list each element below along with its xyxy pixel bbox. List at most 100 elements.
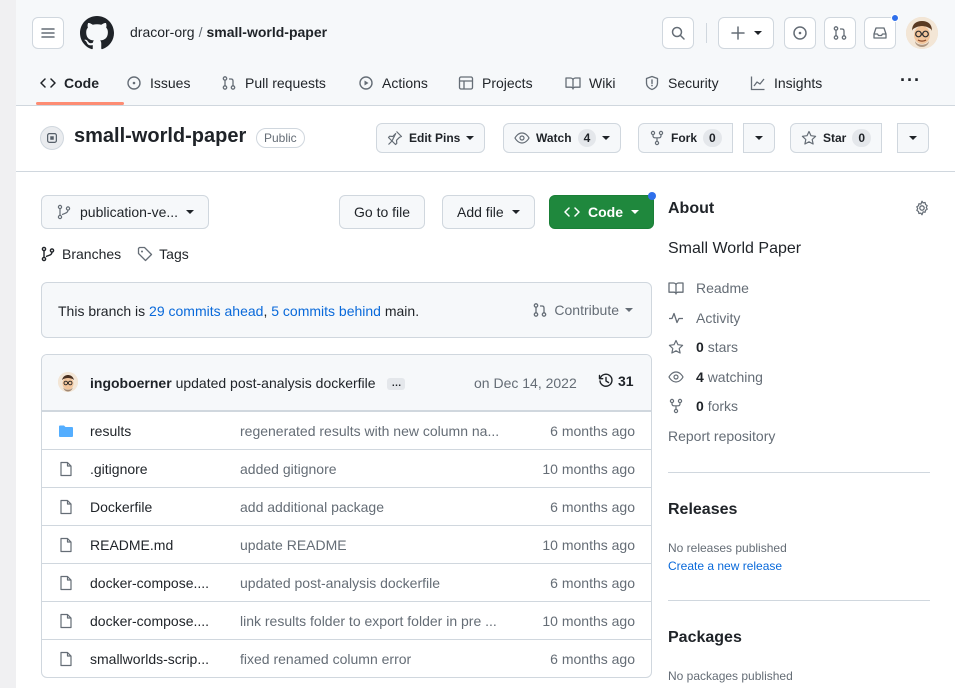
tags-link[interactable]: Tags [137, 246, 189, 262]
file-commit-age: 10 months ago [542, 537, 635, 553]
file-commit-age: 6 months ago [550, 651, 635, 667]
file-row[interactable]: Dockerfile add additional package 6 mont… [42, 487, 651, 525]
file-row[interactable]: docker-compose.... updated post-analysis… [42, 563, 651, 601]
repo-name[interactable]: small-world-paper [74, 125, 246, 148]
commits-ahead-link[interactable]: 29 commits ahead [149, 303, 263, 319]
report-label: Report repository [668, 428, 776, 444]
file-commit-message[interactable]: regenerated results with new column na..… [240, 423, 499, 439]
file-commit-message[interactable]: updated post-analysis dockerfile [240, 575, 440, 591]
file-row[interactable]: smallworlds-scrip... fixed renamed colum… [42, 639, 651, 677]
expand-commit-message-button[interactable]: … [387, 378, 406, 391]
file-row[interactable]: README.md update README 10 months ago [42, 525, 651, 563]
fork-count: 0 [703, 129, 722, 147]
gear-icon[interactable] [914, 200, 930, 216]
branch-icon [57, 204, 71, 220]
star-button[interactable]: Star 0 [790, 123, 883, 153]
branches-label: Branches [62, 246, 122, 262]
watching-link[interactable]: 4 watching [668, 369, 763, 385]
tab-security[interactable]: Security [644, 72, 719, 94]
hamburger-menu-button[interactable] [32, 17, 64, 49]
branch-info-prefix: This branch is [58, 303, 150, 319]
search-button[interactable] [662, 17, 694, 49]
fork-label: Fork [671, 131, 698, 145]
file-commit-age: 6 months ago [550, 575, 635, 591]
commit-author[interactable]: ingoboerner [90, 375, 172, 391]
tag-icon [138, 246, 153, 262]
tab-wiki[interactable]: Wiki [565, 72, 615, 94]
tab-issues[interactable]: Issues [126, 72, 190, 94]
fork-dropdown-button[interactable] [743, 123, 775, 153]
dracor-logo-icon [47, 133, 57, 143]
more-tabs-button[interactable]: ··· [900, 70, 921, 91]
file-commit-message[interactable]: add additional package [240, 499, 384, 515]
no-packages-text: No packages published [668, 669, 793, 683]
packages-heading[interactable]: Packages [668, 629, 742, 647]
breadcrumb-owner[interactable]: dracor-org [130, 24, 195, 40]
pull-request-icon [534, 303, 547, 317]
commits-behind-link[interactable]: 5 commits behind [271, 303, 381, 319]
file-row[interactable]: results regenerated results with new col… [42, 411, 651, 449]
commit-history-link[interactable]: 31 [598, 373, 634, 389]
file-name[interactable]: .gitignore [90, 461, 148, 477]
tab-label: Wiki [589, 75, 616, 91]
branches-link[interactable]: Branches [40, 246, 121, 262]
tab-projects[interactable]: Projects [458, 72, 533, 94]
issues-button[interactable] [784, 17, 816, 49]
tab-insights[interactable]: Insights [750, 72, 822, 94]
commit-author-avatar[interactable] [58, 372, 78, 392]
issue-icon [127, 76, 141, 90]
file-browser: ingoboerner updated post-analysis docker… [41, 354, 652, 678]
edit-pins-button[interactable]: Edit Pins [376, 123, 486, 153]
file-icon [60, 461, 72, 477]
file-name[interactable]: results [90, 423, 131, 439]
code-dropdown-button[interactable]: Code [549, 195, 654, 229]
file-row[interactable]: docker-compose.... link results folder t… [42, 601, 651, 639]
branch-info-suffix: main. [380, 303, 420, 319]
file-name[interactable]: docker-compose.... [90, 575, 209, 591]
activity-link[interactable]: Activity [668, 310, 740, 326]
pull-requests-button[interactable] [824, 17, 856, 49]
go-to-file-button[interactable]: Go to file [339, 195, 426, 229]
file-name[interactable]: Dockerfile [90, 499, 152, 515]
github-logo-icon[interactable] [80, 16, 114, 50]
tab-pull-requests[interactable]: Pull requests [221, 72, 326, 94]
user-avatar[interactable] [906, 17, 938, 49]
notification-indicator [891, 14, 899, 22]
file-commit-message[interactable]: fixed renamed column error [240, 651, 411, 667]
inbox-button[interactable] [864, 17, 896, 49]
chevron-down-icon [754, 31, 762, 35]
star-dropdown-button[interactable] [897, 123, 929, 153]
file-name[interactable]: smallworlds-scrip... [90, 651, 209, 667]
breadcrumb-repo[interactable]: small-world-paper [206, 24, 327, 40]
file-commit-message[interactable]: link results folder to export folder in … [240, 613, 497, 629]
book-icon [668, 282, 684, 295]
create-release-link[interactable]: Create a new release [668, 559, 782, 573]
readme-link[interactable]: Readme [668, 280, 749, 296]
file-name[interactable]: docker-compose.... [90, 613, 209, 629]
avatar-image [58, 372, 78, 392]
file-commit-message[interactable]: update README [240, 537, 347, 553]
commit-message[interactable]: updated post-analysis dockerfile [176, 375, 376, 391]
file-commit-age: 10 months ago [542, 461, 635, 477]
report-repository-link[interactable]: Report repository [668, 428, 775, 444]
create-new-button[interactable] [718, 17, 774, 49]
stars-label: stars [707, 339, 739, 355]
tab-actions[interactable]: Actions [358, 72, 428, 94]
fork-button[interactable]: Fork 0 [638, 123, 733, 153]
file-commit-message[interactable]: added gitignore [240, 461, 337, 477]
watching-label: watching [707, 369, 763, 385]
stars-link[interactable]: 0 stars [668, 339, 738, 355]
file-row[interactable]: .gitignore added gitignore 10 months ago [42, 449, 651, 487]
plus-icon [731, 26, 745, 40]
go-to-file-label: Go to file [354, 204, 411, 220]
watching-count: 4 [696, 369, 704, 385]
add-file-button[interactable]: Add file [442, 195, 535, 229]
branch-selector[interactable]: publication-ve... [41, 195, 210, 229]
edit-pins-label: Edit Pins [409, 131, 461, 145]
contribute-button[interactable]: Contribute [532, 302, 633, 318]
watch-button[interactable]: Watch 4 [503, 123, 622, 153]
releases-heading[interactable]: Releases [668, 501, 737, 519]
tab-code[interactable]: Code [40, 72, 99, 94]
forks-link[interactable]: 0 forks [668, 398, 738, 414]
file-name[interactable]: README.md [90, 537, 173, 553]
